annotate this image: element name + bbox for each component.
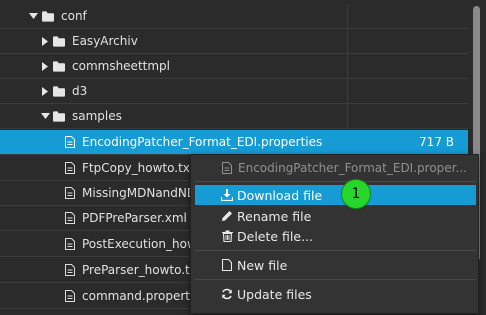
tree-row-d3[interactable]: d3 [0, 79, 468, 104]
rename-file-menu-item[interactable]: Rename file [195, 206, 476, 226]
trash-icon [221, 230, 233, 242]
pencil-icon [221, 210, 233, 222]
column-divider [347, 104, 348, 128]
file-icon [64, 187, 76, 199]
column-divider [347, 54, 348, 78]
context-menu-filename: EncodingPatcher_Format_EDI.proper... [238, 161, 467, 175]
tree-row-conf[interactable]: conf [0, 4, 468, 29]
file-icon [64, 238, 76, 250]
tree-row-label: EasyArchiv [72, 34, 138, 48]
tree-row-label: command.properties [82, 289, 207, 303]
file-icon [64, 264, 76, 276]
folder-icon [53, 35, 65, 47]
file-icon [64, 162, 76, 174]
file-icon [64, 136, 76, 148]
folder-icon [53, 85, 65, 97]
tree-row-label: PDFPreParser.xml [82, 211, 187, 225]
tree-row-easyarchiv[interactable]: EasyArchiv [0, 29, 468, 54]
tree-row-samples[interactable]: samples [0, 104, 468, 129]
download-icon [221, 189, 233, 201]
update-files-menu-item[interactable]: Update files [195, 284, 476, 304]
download-file-menu-item[interactable]: Download file [195, 185, 476, 205]
tree-row-label: samples [72, 109, 122, 123]
new-file-menu-item[interactable]: New file [195, 255, 476, 275]
file-icon [64, 290, 76, 302]
menu-item-label: Update files [237, 286, 312, 302]
tree-row-encodingpatcher[interactable]: EncodingPatcher_Format_EDI.properties 71… [0, 130, 468, 155]
file-icon [64, 212, 76, 224]
caret-right-icon[interactable] [40, 61, 50, 71]
context-menu: EncodingPatcher_Format_EDI.proper... Dow… [190, 154, 479, 314]
tree-row-label: MissingMDNandNDN [82, 186, 206, 200]
menu-divider [195, 279, 476, 280]
folder-icon [53, 60, 65, 72]
tree-row-label: PreParser_howto.txt [82, 263, 202, 277]
column-divider [347, 4, 348, 28]
caret-down-icon[interactable] [28, 11, 38, 21]
tree-row-commsheettmpl[interactable]: commsheettmpl [0, 54, 468, 79]
file-size: 717 B [419, 135, 454, 149]
tree-row-label: FtpCopy_howto.txt [82, 161, 195, 175]
menu-item-label: Download file [237, 187, 323, 203]
folder-icon [53, 110, 65, 122]
tree-row-label: commsheettmpl [72, 59, 170, 73]
menu-item-label: Delete file... [237, 228, 314, 244]
menu-item-label: New file [237, 257, 288, 273]
column-divider [347, 79, 348, 103]
tree-row-label: conf [61, 9, 87, 23]
menu-divider [195, 250, 476, 251]
tree-row-label: d3 [72, 84, 88, 98]
caret-right-icon[interactable] [40, 86, 50, 96]
refresh-icon [221, 288, 233, 300]
caret-right-icon[interactable] [40, 36, 50, 46]
column-divider [347, 29, 348, 53]
file-icon [221, 259, 233, 271]
delete-file-menu-item[interactable]: Delete file... [195, 226, 476, 246]
menu-divider [195, 181, 476, 182]
folder-icon [42, 10, 54, 22]
file-icon [221, 162, 233, 174]
caret-down-icon[interactable] [40, 111, 50, 121]
step-number-badge: 1 [341, 179, 371, 209]
tree-row-label: EncodingPatcher_Format_EDI.properties [82, 135, 323, 149]
context-menu-header: EncodingPatcher_Format_EDI.proper... [191, 155, 478, 181]
menu-item-label: Rename file [237, 208, 312, 224]
